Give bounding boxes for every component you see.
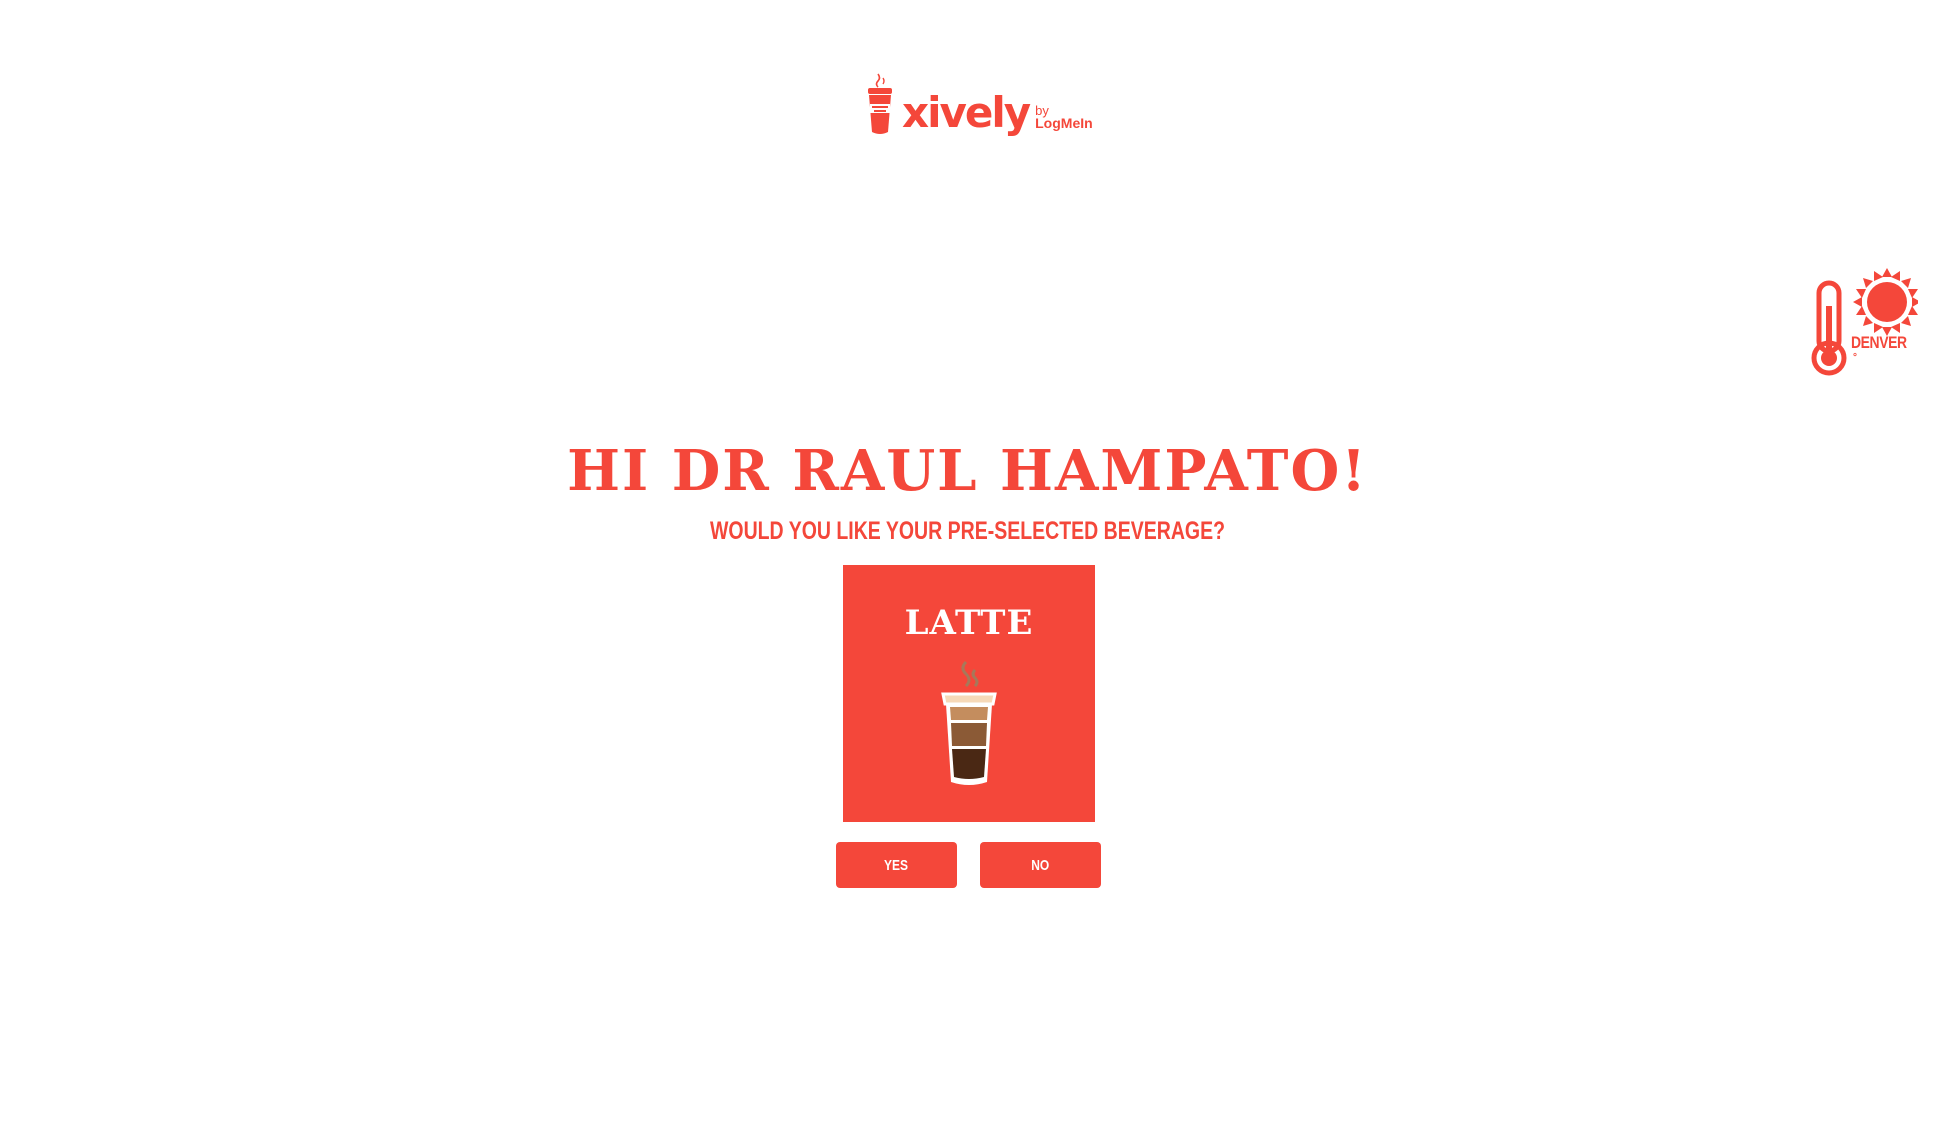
- latte-cup-icon: [941, 660, 997, 785]
- brand-logmein-text: LogMeIn: [1035, 115, 1093, 131]
- beverage-name: LATTE: [904, 603, 1034, 643]
- no-button[interactable]: NO: [980, 842, 1101, 888]
- brand-name: xively: [902, 88, 1031, 137]
- weather-graphic: [1811, 268, 1918, 376]
- weather-city: DENVER: [1851, 333, 1907, 352]
- yes-button[interactable]: YES: [836, 842, 957, 888]
- greeting-title: HI DR RAUL HAMPATO!: [567, 438, 1368, 504]
- coffee-cup-logo-icon: [868, 73, 892, 134]
- yes-button-label: YES: [884, 856, 909, 874]
- brand-byline: by LogMeIn: [1035, 104, 1093, 130]
- weather-widget: [1808, 266, 1918, 376]
- brand-logo: xively by LogMeIn: [864, 68, 1093, 138]
- weather-temperature: °: [1853, 352, 1857, 363]
- sun-icon: [1853, 268, 1918, 336]
- beverage-card[interactable]: LATTE: [843, 565, 1095, 822]
- thermometer-icon: [1811, 280, 1847, 376]
- beverage-question: WOULD YOU LIKE YOUR PRE-SELECTED BEVERAG…: [709, 517, 1225, 545]
- no-button-label: NO: [1031, 856, 1050, 874]
